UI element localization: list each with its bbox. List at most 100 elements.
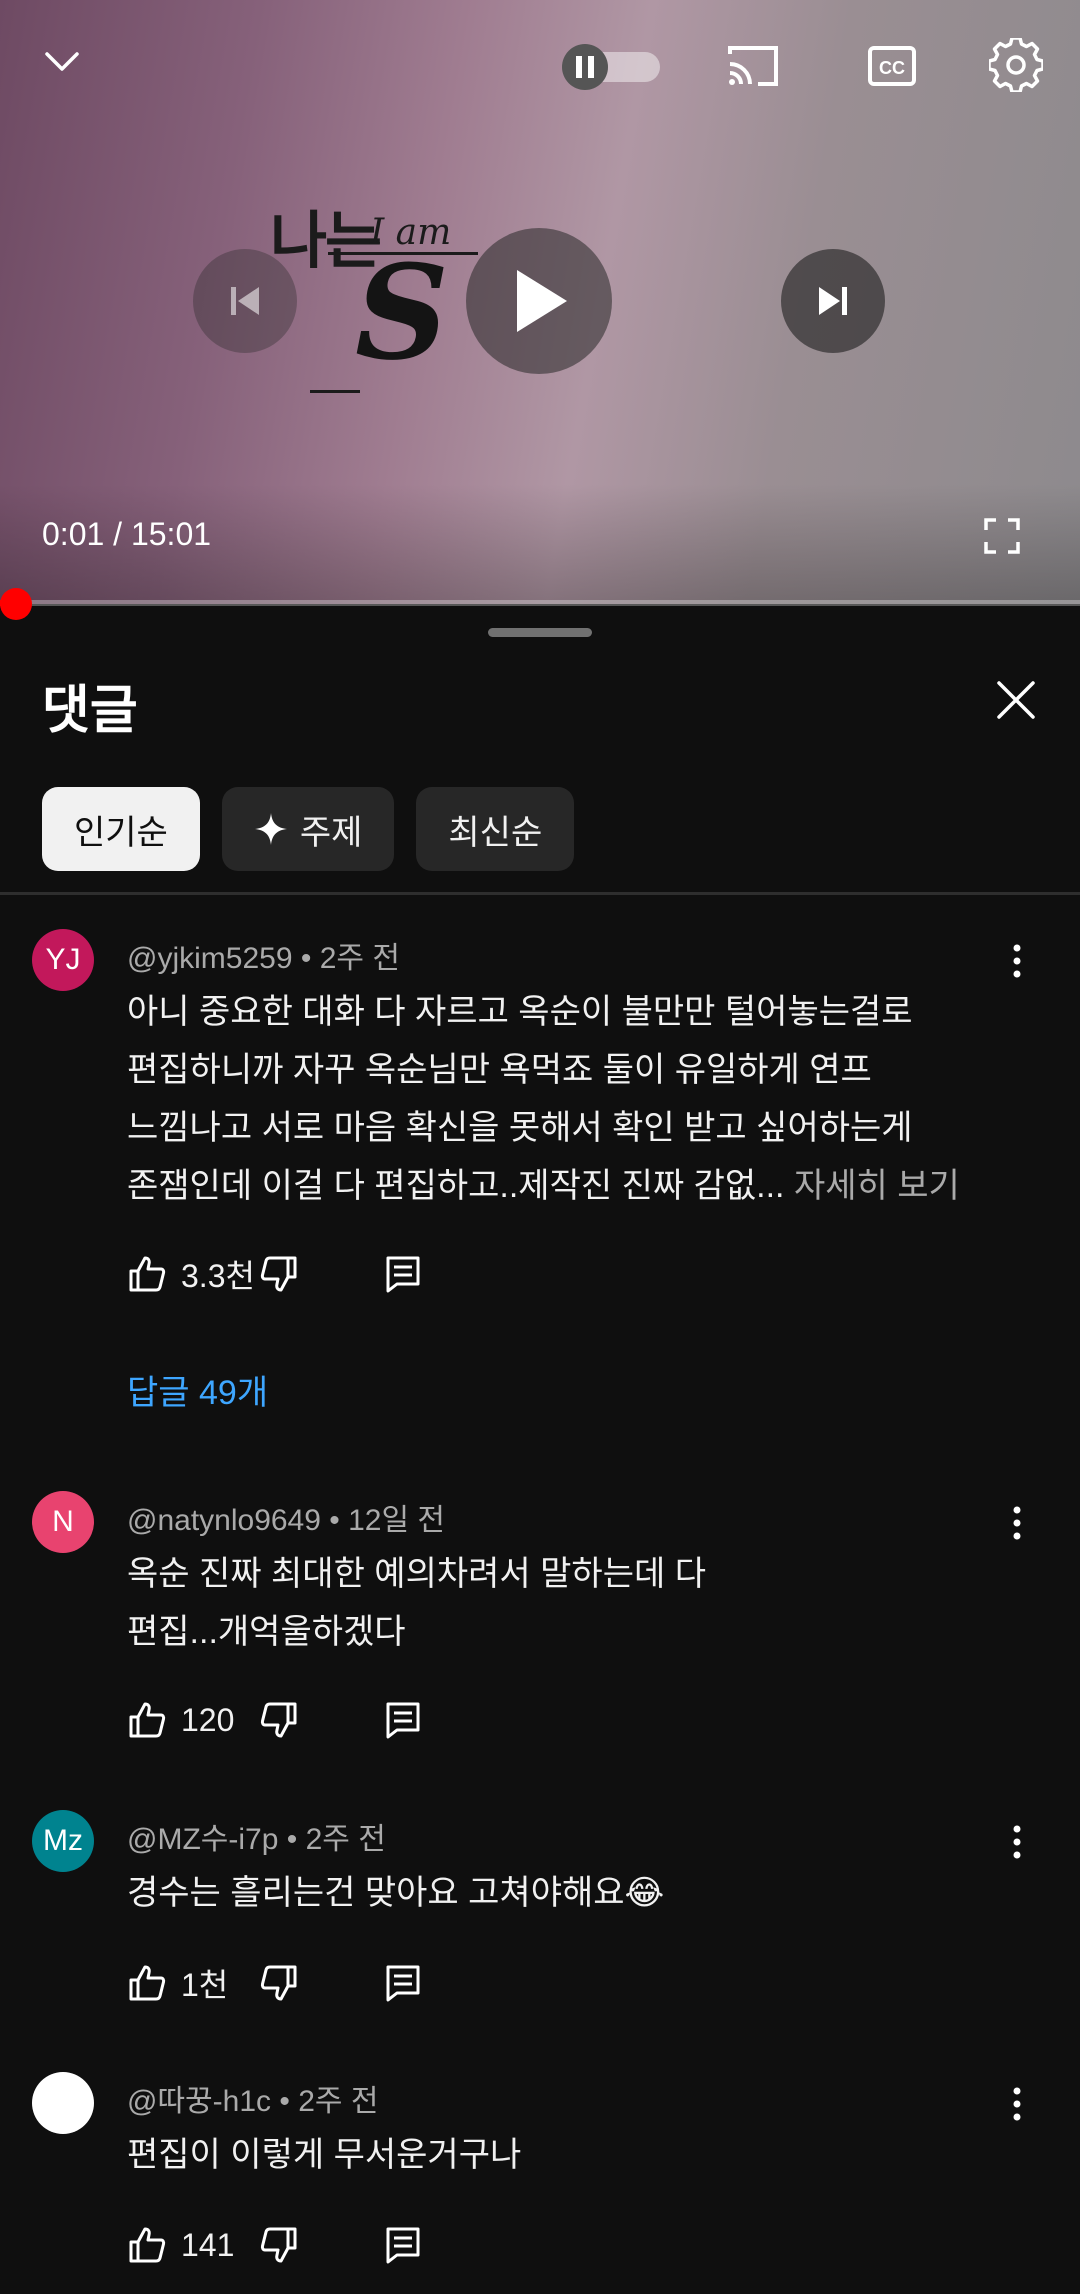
reply-button[interactable] — [383, 1963, 423, 2003]
thumbs-down-icon — [260, 1965, 297, 2001]
skip-previous-icon — [231, 287, 259, 315]
comment-line: 느낌나고 서로 마음 확신을 못해서 확인 받고 싶어하는게 — [127, 1109, 913, 1147]
previous-video-button[interactable] — [193, 249, 297, 353]
reply-comment-icon — [386, 1965, 420, 2002]
thumbs-down-icon — [260, 1702, 297, 1738]
comment-time: 2주 전 — [319, 942, 400, 975]
comment-line: 편집하니까 자꾸 옥순님만 욕먹죠 둘이 유일하게 연프 — [127, 1051, 872, 1089]
comment-meta: @yjkim5259 • 2주 전 — [127, 942, 400, 975]
title-art-letter: S — [355, 236, 449, 389]
comment-text: 편집이 이렇게 무서운거구나 — [127, 2126, 1007, 2184]
sort-chips: 인기순 주제 최신순 — [42, 787, 575, 871]
comment-more-button[interactable] — [1000, 941, 1034, 981]
comment-more-button[interactable] — [1000, 2084, 1034, 2124]
cast-button[interactable] — [722, 40, 784, 92]
comment-author[interactable]: @yjkim5259 — [127, 942, 293, 975]
read-more-link[interactable]: 자세히 보기 — [794, 1167, 960, 1205]
captions-button[interactable]: CC — [864, 40, 920, 92]
chip-topics[interactable]: 주제 — [221, 787, 395, 871]
dislike-button[interactable] — [259, 1963, 299, 2003]
view-replies-link[interactable]: 답글 49개 — [127, 1365, 268, 1414]
sparkle-icon — [254, 813, 287, 845]
dislike-button[interactable] — [259, 1254, 299, 1294]
skip-next-icon — [819, 287, 847, 315]
chevron-down-icon — [45, 52, 79, 71]
comments-sheet: 댓글 인기순 주제 최신순 YJ @yjkim5259 • 2주 전 아니 중요… — [0, 604, 1080, 2294]
comment-author[interactable]: @MZ수-i7p — [127, 1823, 278, 1856]
gear-icon — [989, 38, 1043, 92]
chip-label: 인기순 — [74, 813, 168, 852]
settings-button[interactable] — [988, 36, 1044, 94]
thumbs-up-icon — [129, 1256, 166, 1292]
reply-comment-icon — [386, 2227, 420, 2264]
comment-time: 2주 전 — [305, 1823, 386, 1856]
thumbs-up-icon — [129, 1965, 166, 2001]
comment-author[interactable]: @따꿍-h1c — [127, 2085, 271, 2118]
more-vertical-icon — [1013, 1506, 1021, 1540]
next-video-button[interactable] — [781, 249, 885, 353]
fullscreen-icon — [984, 518, 1020, 554]
reply-button[interactable] — [383, 1700, 423, 1740]
progress-scrubber-handle[interactable] — [0, 588, 32, 620]
chip-label: 주제 — [299, 813, 363, 852]
chip-newest[interactable]: 최신순 — [416, 787, 575, 871]
comment-meta: @natynlo9649 • 12일 전 — [127, 1504, 446, 1537]
comment-actions: 1천 — [127, 1960, 423, 2006]
comment-line-text: 존잼인데 이걸 다 편집하고..제작진 진짜 감없... — [127, 1167, 785, 1205]
thumbs-down-icon — [260, 2227, 297, 2263]
cast-icon — [728, 46, 778, 86]
title-art-dash — [310, 390, 360, 393]
play-button[interactable] — [466, 228, 612, 374]
autoplay-knob — [562, 44, 608, 90]
like-button[interactable] — [127, 2225, 167, 2265]
like-button[interactable] — [127, 1254, 167, 1294]
like-button[interactable] — [127, 1700, 167, 1740]
like-count: 141 — [181, 2226, 235, 2263]
reply-comment-icon — [386, 1256, 420, 1293]
comment-line: 옥순 진짜 최대한 예의차려서 말하는데 다 — [127, 1555, 706, 1593]
comment-line: 아니 중요한 대화 다 자르고 옥순이 불만만 털어놓는걸로 — [127, 993, 913, 1031]
comment-line: 존잼인데 이걸 다 편집하고..제작진 진짜 감없... 자세히 보기 — [127, 1157, 1007, 1215]
comment-author[interactable]: @natynlo9649 — [127, 1504, 321, 1537]
sheet-drag-handle[interactable] — [488, 628, 592, 637]
reply-comment-icon — [386, 1702, 420, 1739]
video-player[interactable]: 나는 I am S CC 0:01 / 15:01 — [0, 0, 1080, 604]
chip-label: 최신순 — [448, 813, 543, 852]
comment-line: 경수는 흘리는건 맞아요 고쳐야해요😂 — [127, 1874, 665, 1912]
play-icon — [517, 270, 567, 332]
thumbs-up-icon — [129, 1702, 166, 1738]
svg-text:CC: CC — [879, 58, 905, 78]
autoplay-toggle[interactable] — [562, 44, 662, 90]
dislike-button[interactable] — [259, 1700, 299, 1740]
comment-more-button[interactable] — [1000, 1822, 1034, 1862]
comment-time: 12일 전 — [348, 1504, 446, 1537]
comment-text: 경수는 흘리는건 맞아요 고쳐야해요😂 — [127, 1864, 1007, 1922]
comment-actions: 141 — [127, 2222, 423, 2268]
dislike-button[interactable] — [259, 2225, 299, 2265]
more-vertical-icon — [1013, 2087, 1021, 2121]
avatar[interactable] — [32, 2072, 94, 2134]
reply-button[interactable] — [383, 2225, 423, 2265]
reply-button[interactable] — [383, 1254, 423, 1294]
avatar[interactable]: YJ — [32, 929, 94, 991]
avatar[interactable]: Mz — [32, 1810, 94, 1872]
comment-actions: 3.3천 — [127, 1251, 423, 1297]
progress-bar[interactable] — [0, 600, 1080, 606]
playback-time: 0:01 / 15:01 — [42, 516, 212, 552]
like-count: 120 — [181, 1701, 235, 1738]
comment-more-button[interactable] — [1000, 1503, 1034, 1543]
chip-popular[interactable]: 인기순 — [42, 787, 200, 871]
close-comments-button[interactable] — [993, 677, 1039, 723]
more-vertical-icon — [1013, 1825, 1021, 1859]
collapse-player-button[interactable] — [40, 40, 84, 84]
comment-actions: 120 — [127, 1697, 423, 1743]
like-button[interactable] — [127, 1963, 167, 2003]
fullscreen-button[interactable] — [980, 514, 1024, 558]
like-count: 1천 — [181, 1967, 229, 2003]
comment-time: 2주 전 — [298, 2085, 379, 2118]
more-vertical-icon — [1013, 944, 1021, 978]
like-count: 3.3천 — [181, 1258, 255, 1294]
chips-divider — [0, 892, 1080, 895]
comment-line: 편집이 이렇게 무서운거구나 — [127, 2136, 522, 2174]
avatar[interactable]: N — [32, 1491, 94, 1553]
